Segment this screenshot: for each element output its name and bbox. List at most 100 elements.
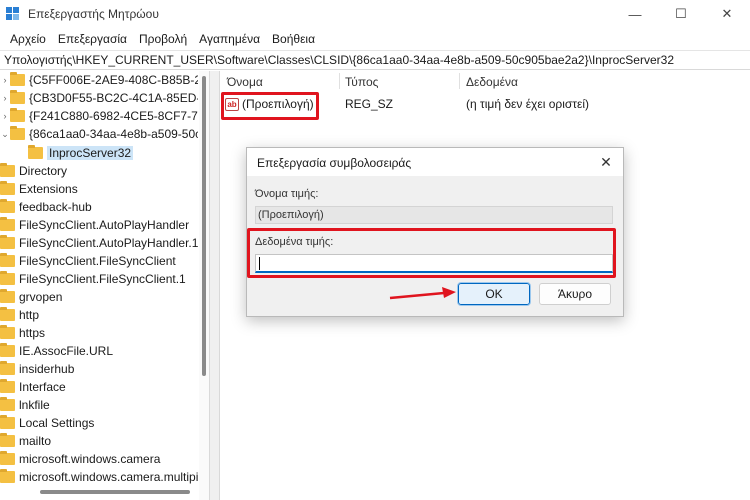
chevron-right-icon[interactable]: ›: [0, 75, 10, 85]
tree-horizontal-scroll-thumb[interactable]: [40, 490, 190, 494]
folder-icon: [0, 307, 15, 321]
tree-item-label: FileSyncClient.AutoPlayHandler: [19, 218, 190, 232]
folder-icon: [10, 72, 25, 86]
tree-item[interactable]: insiderhub: [0, 360, 74, 378]
window-title: Επεξεργαστής Μητρώου: [28, 7, 159, 21]
menu-edit[interactable]: Επεξεργασία: [52, 28, 133, 50]
menu-bar: Αρχείο Επεξεργασία Προβολή Αγαπημένα Βοή…: [0, 28, 750, 50]
tree-item-label: {C5FF006E-2AE9-408C-B85B-2F: [29, 73, 198, 87]
close-button[interactable]: ✕: [704, 0, 750, 28]
tree-item[interactable]: microsoft.windows.camera: [0, 450, 160, 468]
folder-icon: [0, 235, 15, 249]
tree-item[interactable]: › {C5FF006E-2AE9-408C-B85B-2F: [0, 71, 198, 89]
folder-icon: [28, 145, 43, 159]
minimize-button[interactable]: —: [612, 0, 658, 28]
tree-item[interactable]: › {F241C880-6982-4CE5-8CF7-70: [0, 107, 198, 125]
annotation-arrow-icon: [389, 287, 456, 300]
tree-item[interactable]: Local Settings: [0, 414, 94, 432]
tree-item[interactable]: Extensions: [0, 180, 78, 198]
tree-item-label: FileSyncClient.FileSyncClient: [19, 254, 176, 268]
tree-item-label: feedback-hub: [19, 200, 92, 214]
chevron-right-icon[interactable]: ›: [0, 93, 10, 103]
tree-item-label: insiderhub: [19, 362, 75, 376]
tree-item-label: {F241C880-6982-4CE5-8CF7-70: [29, 109, 198, 123]
registry-editor-window: Επεξεργαστής Μητρώου — ☐ ✕ Αρχείο Επεξερ…: [0, 0, 750, 500]
tree-item[interactable]: grvopen: [0, 288, 62, 306]
tree-item[interactable]: microsoft.windows.camera.multipi: [0, 468, 198, 486]
dialog-title-bar: Επεξεργασία συμβολοσειράς ✕: [247, 148, 623, 176]
tree-item-label: microsoft.windows.camera.multipi: [19, 470, 198, 484]
folder-icon: [10, 108, 25, 122]
tree-item[interactable]: › {CB3D0F55-BC2C-4C1A-85ED-: [0, 89, 198, 107]
registry-editor-icon: [6, 7, 19, 20]
tree-item[interactable]: FileSyncClient.FileSyncClient.1: [0, 270, 186, 288]
tree-item[interactable]: http: [0, 306, 39, 324]
column-header-name[interactable]: Όνομα: [227, 75, 263, 89]
dialog-close-icon[interactable]: ✕: [595, 152, 617, 172]
chevron-right-icon[interactable]: ›: [0, 111, 10, 121]
tree-item-label: microsoft.windows.camera: [19, 452, 161, 466]
pane-splitter[interactable]: [209, 71, 220, 500]
maximize-icon: ☐: [675, 6, 687, 21]
folder-icon: [0, 397, 15, 411]
column-header-data[interactable]: Δεδομένα: [466, 75, 518, 89]
tree-item-label: FileSyncClient.AutoPlayHandler.1: [19, 236, 198, 250]
column-separator[interactable]: [339, 73, 340, 89]
tree-item-selected[interactable]: InprocServer32: [28, 144, 134, 162]
folder-icon: [0, 361, 15, 375]
folder-icon: [0, 451, 15, 465]
folder-icon: [0, 217, 15, 231]
tree-item[interactable]: feedback-hub: [0, 198, 92, 216]
menu-favorites[interactable]: Αγαπημένα: [193, 28, 266, 50]
tree-item-label: Interface: [19, 380, 66, 394]
folder-icon: [0, 415, 15, 429]
tree-item[interactable]: IE.AssocFile.URL: [0, 342, 113, 360]
annotation-highlight-default-value: [221, 92, 319, 120]
menu-help[interactable]: Βοήθεια: [266, 28, 321, 50]
folder-icon: [0, 433, 15, 447]
menu-view[interactable]: Προβολή: [133, 28, 193, 50]
tree-item-label: {CB3D0F55-BC2C-4C1A-85ED-: [29, 91, 198, 105]
tree-item-label: lnkfile: [19, 398, 50, 412]
tree-item-label: mailto: [19, 434, 52, 448]
column-separator[interactable]: [459, 73, 460, 89]
title-bar: Επεξεργαστής Μητρώου — ☐ ✕: [0, 0, 750, 28]
tree-item[interactable]: FileSyncClient.FileSyncClient: [0, 252, 176, 270]
folder-icon: [0, 379, 15, 393]
value-type: REG_SZ: [345, 97, 394, 111]
tree-item-expanded[interactable]: ⌄ {86ca1aa0-34aa-4e8b-a509-50c: [0, 125, 198, 143]
tree-item[interactable]: Directory: [0, 162, 67, 180]
tree-item[interactable]: FileSyncClient.AutoPlayHandler: [0, 216, 189, 234]
tree-item-label: FileSyncClient.FileSyncClient.1: [19, 272, 186, 286]
tree-item-label: InprocServer32: [47, 146, 134, 160]
menu-file[interactable]: Αρχείο: [4, 28, 52, 50]
column-header-type[interactable]: Τύπος: [345, 75, 378, 89]
cancel-button[interactable]: Άκυρο: [539, 283, 611, 305]
tree-item[interactable]: FileSyncClient.AutoPlayHandler.1: [0, 234, 198, 252]
ok-button[interactable]: OK: [457, 282, 531, 306]
tree-item-label: {86ca1aa0-34aa-4e8b-a509-50c: [29, 127, 198, 141]
tree-item-label: Local Settings: [19, 416, 95, 430]
folder-icon: [0, 325, 15, 339]
folder-icon: [10, 126, 25, 140]
folder-icon: [0, 289, 15, 303]
folder-icon: [0, 253, 15, 267]
folder-icon: [0, 343, 15, 357]
value-name-label: Όνομα τιμής:: [255, 188, 319, 200]
maximize-button[interactable]: ☐: [658, 0, 704, 28]
folder-icon: [0, 271, 15, 285]
chevron-down-icon[interactable]: ⌄: [0, 129, 10, 140]
tree-item[interactable]: Interface: [0, 378, 66, 396]
tree-item[interactable]: mailto: [0, 432, 51, 450]
tree-scroll-thumb[interactable]: [202, 76, 206, 376]
tree-item-label: grvopen: [19, 290, 63, 304]
close-icon: ✕: [721, 6, 733, 21]
annotation-highlight-value-data: [247, 228, 616, 278]
value-name-field: (Προεπιλογή): [255, 206, 613, 224]
tree-item[interactable]: https: [0, 324, 45, 342]
tree-item[interactable]: lnkfile: [0, 396, 50, 414]
tree-item-label: https: [19, 326, 46, 340]
value-data: (η τιμή δεν έχει οριστεί): [466, 97, 590, 111]
address-bar[interactable]: Υπολογιστής\HKEY_CURRENT_USER\Software\C…: [0, 50, 750, 70]
tree-item-label: Directory: [19, 164, 68, 178]
